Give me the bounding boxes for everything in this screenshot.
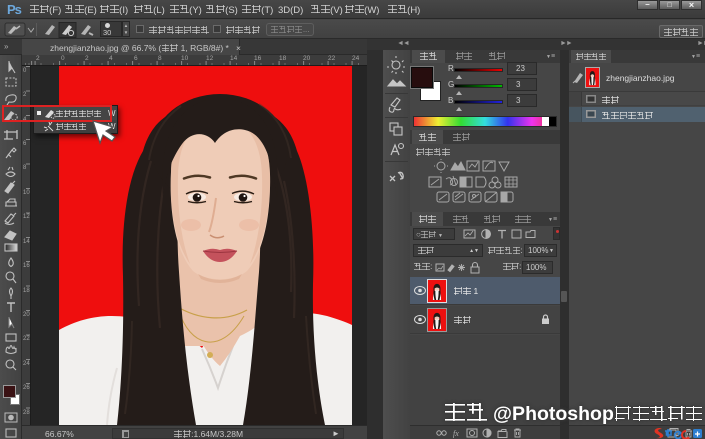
svg-text:fx: fx bbox=[453, 429, 459, 438]
